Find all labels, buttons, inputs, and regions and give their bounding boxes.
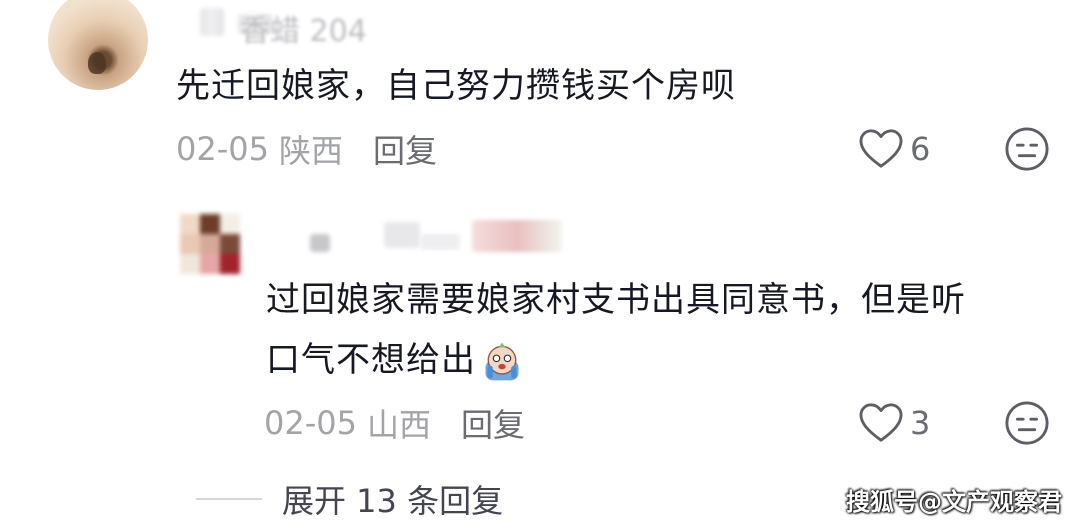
reply-username-blur: [420, 234, 460, 250]
avatar-pixel: [180, 214, 200, 234]
avatar-pixel: [220, 254, 240, 274]
avatar-pixel: [200, 214, 220, 234]
watermark: 搜狐号@文产观察君: [846, 488, 1062, 516]
heart-outline-icon: [859, 129, 903, 168]
reply-username-blur[interactable]: [310, 234, 330, 252]
avatar-pixel: [220, 234, 240, 254]
comment-meta: 02-05 陕西 回复: [176, 126, 437, 172]
reply-avatar[interactable]: [180, 214, 240, 276]
crying-emoji: [485, 342, 519, 380]
heart-outline-icon: [859, 403, 903, 442]
reply-username-blur: [384, 222, 420, 248]
dislike-face-icon[interactable]: [1004, 126, 1050, 172]
reply-text-line1: 过回娘家需要娘家村支书出具同意书，但是听: [266, 280, 966, 320]
comment-region: 陕西: [278, 132, 343, 170]
reply-like-count: 3: [910, 404, 931, 442]
avatar-figure: [88, 52, 106, 74]
avatar-pixel: [200, 254, 220, 274]
avatar-pixel: [180, 254, 200, 274]
username-blur: [200, 8, 224, 36]
expand-replies-label: 展开 13 条回复: [282, 482, 504, 520]
avatar-pixel: [200, 234, 220, 254]
reply-region: 山西: [366, 406, 431, 444]
comment-date: 02-05: [176, 130, 269, 168]
expand-divider: [196, 498, 262, 500]
reply-text-line2: 口气不想给出: [266, 330, 524, 390]
reply-meta: 02-05 山西 回复: [264, 400, 525, 446]
reply-text-line2-content: 口气不想给出: [266, 340, 476, 380]
like-button[interactable]: 6: [858, 128, 930, 170]
avatar-pixel: [180, 234, 200, 254]
reply-button[interactable]: 回复: [373, 126, 437, 172]
reply-date: 02-05: [264, 404, 357, 442]
commenter-username[interactable]: 香蜡 204: [240, 6, 367, 50]
commenter-avatar[interactable]: [48, 0, 148, 90]
expand-replies-button[interactable]: 展开 13 条回复: [196, 476, 503, 522]
reply-button[interactable]: 回复: [461, 400, 525, 446]
comment-text: 先迁回娘家，自己努力攒钱买个房呗: [176, 66, 736, 106]
reply-like-button[interactable]: 3: [858, 402, 930, 444]
like-count: 6: [910, 130, 931, 168]
avatar-pixel: [220, 214, 240, 234]
reply-username-blur: [472, 220, 562, 252]
dislike-face-icon[interactable]: [1004, 400, 1050, 446]
